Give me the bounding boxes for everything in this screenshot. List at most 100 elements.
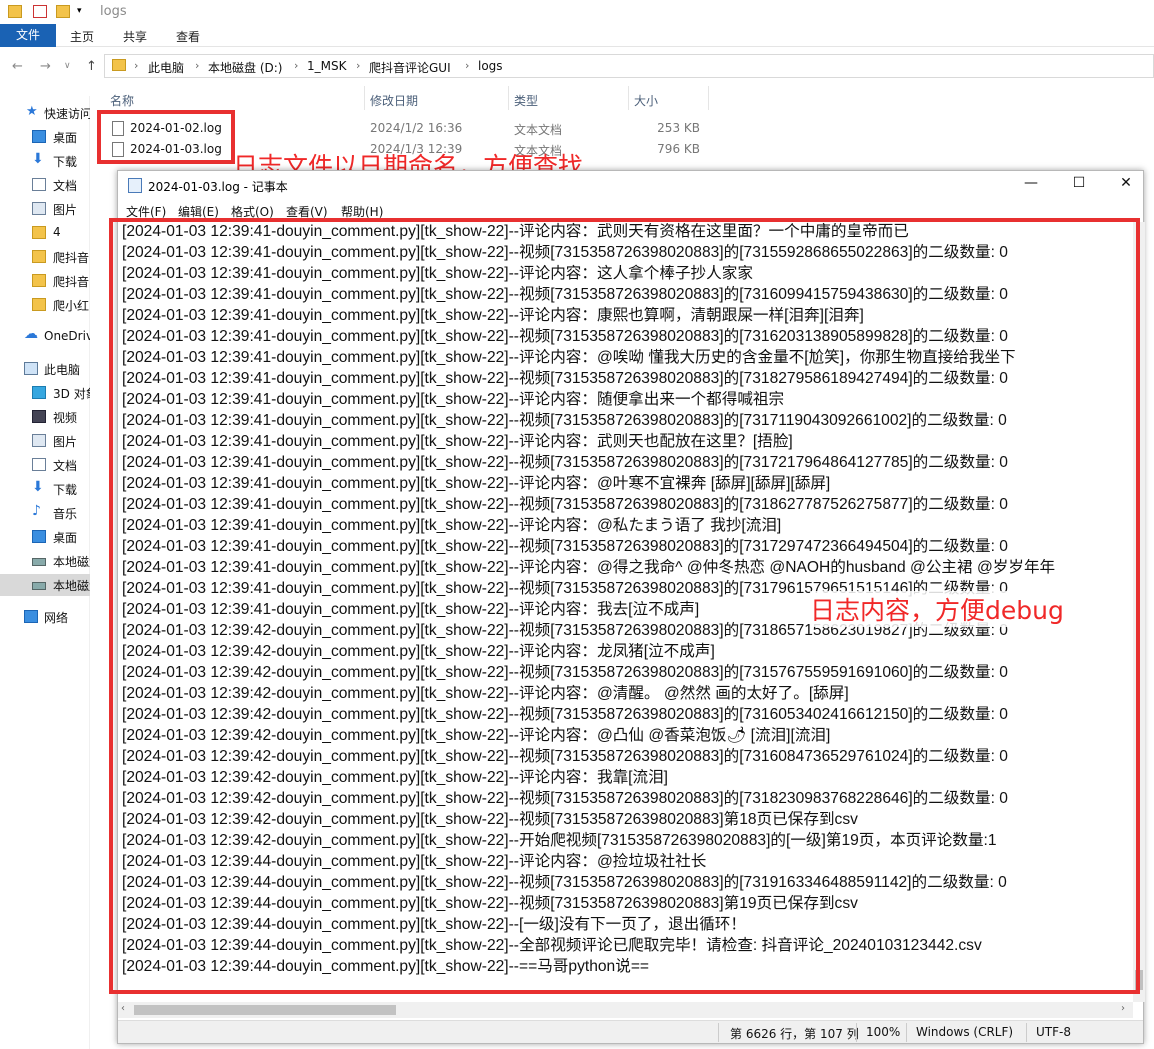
highlight-box-files xyxy=(97,110,235,164)
sidebar-item-3d-objects[interactable]: 3D 对象 xyxy=(0,382,90,404)
horizontal-scroll-thumb[interactable] xyxy=(134,1005,396,1015)
folder-icon xyxy=(32,274,46,287)
window-title: logs xyxy=(100,4,127,19)
new-folder-icon[interactable] xyxy=(56,5,70,18)
desktop-icon xyxy=(32,530,46,543)
download-icon: ⬇ xyxy=(32,479,44,495)
file-list-header: 名称 修改日期 类型 大小 xyxy=(96,86,716,110)
breadcrumb[interactable]: › 此电脑 › 本地磁盘 (D:) › 1_MSK › 爬抖音评论GUI › l… xyxy=(104,54,1154,78)
status-divider xyxy=(1026,1023,1027,1042)
video-icon xyxy=(32,410,46,423)
picture-icon xyxy=(32,202,46,215)
sidebar-item-local-disk-c[interactable]: 本地磁盘 xyxy=(0,550,90,572)
line-ending: Windows (CRLF) xyxy=(916,1025,1014,1039)
close-icon[interactable]: ✕ xyxy=(1103,175,1149,197)
chevron-right-icon[interactable]: › xyxy=(465,59,469,72)
sidebar-item-folder-douyin-2[interactable]: 爬抖音 xyxy=(0,270,90,292)
chevron-right-icon[interactable]: › xyxy=(195,59,199,72)
sidebar-item-this-pc[interactable]: 此电脑 xyxy=(0,358,90,380)
download-icon: ⬇ xyxy=(32,151,44,167)
status-divider xyxy=(856,1023,857,1042)
cloud-icon: ☁ xyxy=(24,326,38,342)
column-divider[interactable] xyxy=(364,86,365,110)
sidebar-item-downloads-pc[interactable]: ⬇ 下载 xyxy=(0,478,90,500)
status-divider xyxy=(718,1023,719,1042)
column-divider[interactable] xyxy=(708,86,709,110)
encoding: UTF-8 xyxy=(1036,1025,1071,1039)
notepad-title: 2024-01-03.log - 记事本 xyxy=(148,180,288,194)
sidebar-item-folder-xiaohongshu[interactable]: 爬小红 xyxy=(0,294,90,316)
sidebar-item-folder-douyin-1[interactable]: 爬抖音 xyxy=(0,246,90,268)
sidebar-item-pictures[interactable]: 图片 xyxy=(0,198,90,220)
file-tab[interactable]: 文件 xyxy=(0,24,56,47)
chevron-right-icon[interactable]: › xyxy=(356,59,360,72)
crumb-this-pc[interactable]: 此电脑 xyxy=(148,59,184,76)
forward-icon[interactable]: → xyxy=(40,59,51,74)
column-divider[interactable] xyxy=(628,86,629,110)
chevron-right-icon[interactable]: › xyxy=(294,59,298,72)
document-icon xyxy=(32,458,46,471)
sidebar-item-documents[interactable]: 文档 xyxy=(0,174,90,196)
file-type: 文本文档 xyxy=(514,123,563,137)
drive-icon xyxy=(32,582,46,590)
network-icon xyxy=(24,610,38,623)
column-name[interactable]: 名称 xyxy=(110,92,134,109)
sidebar-item-desktop-pc[interactable]: 桌面 xyxy=(0,526,90,548)
folder-icon xyxy=(32,250,46,263)
recent-locations-icon[interactable]: ∨ xyxy=(64,61,71,71)
sidebar-item-videos[interactable]: 视频 xyxy=(0,406,90,428)
sidebar-item-music[interactable]: ♪ 音乐 xyxy=(0,502,90,524)
cursor-position: 第 6626 行，第 107 列 xyxy=(730,1027,859,1041)
document-icon xyxy=(32,178,46,191)
column-divider[interactable] xyxy=(508,86,509,110)
crumb-local-disk[interactable]: 本地磁盘 (D:) xyxy=(208,59,282,76)
address-bar-row: ← → ∨ ↑ › 此电脑 › 本地磁盘 (D:) › 1_MSK › 爬抖音评… xyxy=(0,52,1154,80)
folder-icon xyxy=(8,5,22,18)
crumb-gui[interactable]: 爬抖音评论GUI xyxy=(369,59,451,76)
sidebar-item-folder-4[interactable]: 4 xyxy=(0,222,90,244)
status-divider xyxy=(906,1023,907,1042)
folder-icon xyxy=(32,298,46,311)
folder-icon xyxy=(112,59,126,71)
column-size[interactable]: 大小 xyxy=(634,92,658,109)
cube-icon xyxy=(32,386,46,399)
ribbon: 文件 主页 共享 查看 xyxy=(0,24,1154,47)
maximize-icon[interactable]: ☐ xyxy=(1056,175,1102,197)
file-size: 253 KB xyxy=(657,121,700,135)
chevron-right-icon[interactable]: › xyxy=(134,59,138,72)
horizontal-scrollbar[interactable]: ‹ › xyxy=(118,1002,1133,1018)
column-date[interactable]: 修改日期 xyxy=(370,92,418,109)
sidebar-item-documents-pc[interactable]: 文档 xyxy=(0,454,90,476)
tab-view[interactable]: 查看 xyxy=(176,28,200,45)
sidebar-item-network[interactable]: 网络 xyxy=(0,606,90,628)
drive-icon xyxy=(32,558,46,566)
computer-icon xyxy=(24,362,38,375)
file-date: 2024/1/2 16:36 xyxy=(370,121,463,135)
tab-home[interactable]: 主页 xyxy=(70,28,94,45)
sidebar-item-downloads[interactable]: ⬇ 下载 xyxy=(0,150,90,172)
properties-icon[interactable] xyxy=(33,5,47,18)
sidebar-item-desktop[interactable]: 桌面 xyxy=(0,126,90,148)
minimize-icon[interactable]: — xyxy=(1008,175,1054,197)
up-icon[interactable]: ↑ xyxy=(86,59,97,74)
sidebar-item-onedrive[interactable]: ☁ OneDrive xyxy=(0,326,90,348)
sidebar-item-quick-access[interactable]: ★ 快速访问 xyxy=(0,102,90,124)
sidebar-item-local-disk-d[interactable]: 本地磁盘 xyxy=(0,574,90,596)
notepad-icon xyxy=(128,178,142,193)
column-type[interactable]: 类型 xyxy=(514,92,538,109)
scroll-right-icon[interactable]: › xyxy=(1121,1003,1125,1014)
annotation-log-content: 日志内容，方便debug xyxy=(810,591,1064,627)
scroll-left-icon[interactable]: ‹ xyxy=(121,1003,125,1014)
music-icon: ♪ xyxy=(32,503,41,519)
crumb-logs[interactable]: logs xyxy=(478,59,503,73)
star-icon: ★ xyxy=(26,104,38,119)
tab-share[interactable]: 共享 xyxy=(123,28,147,45)
folder-icon xyxy=(32,226,46,239)
explorer-titlebar: ▾ logs xyxy=(0,0,1154,24)
picture-icon xyxy=(32,434,46,447)
crumb-msk[interactable]: 1_MSK xyxy=(307,59,346,73)
back-icon[interactable]: ← xyxy=(12,59,23,74)
zoom-level: 100% xyxy=(866,1025,901,1039)
customize-quick-access-icon[interactable]: ▾ xyxy=(77,6,87,19)
sidebar-item-pictures-pc[interactable]: 图片 xyxy=(0,430,90,452)
